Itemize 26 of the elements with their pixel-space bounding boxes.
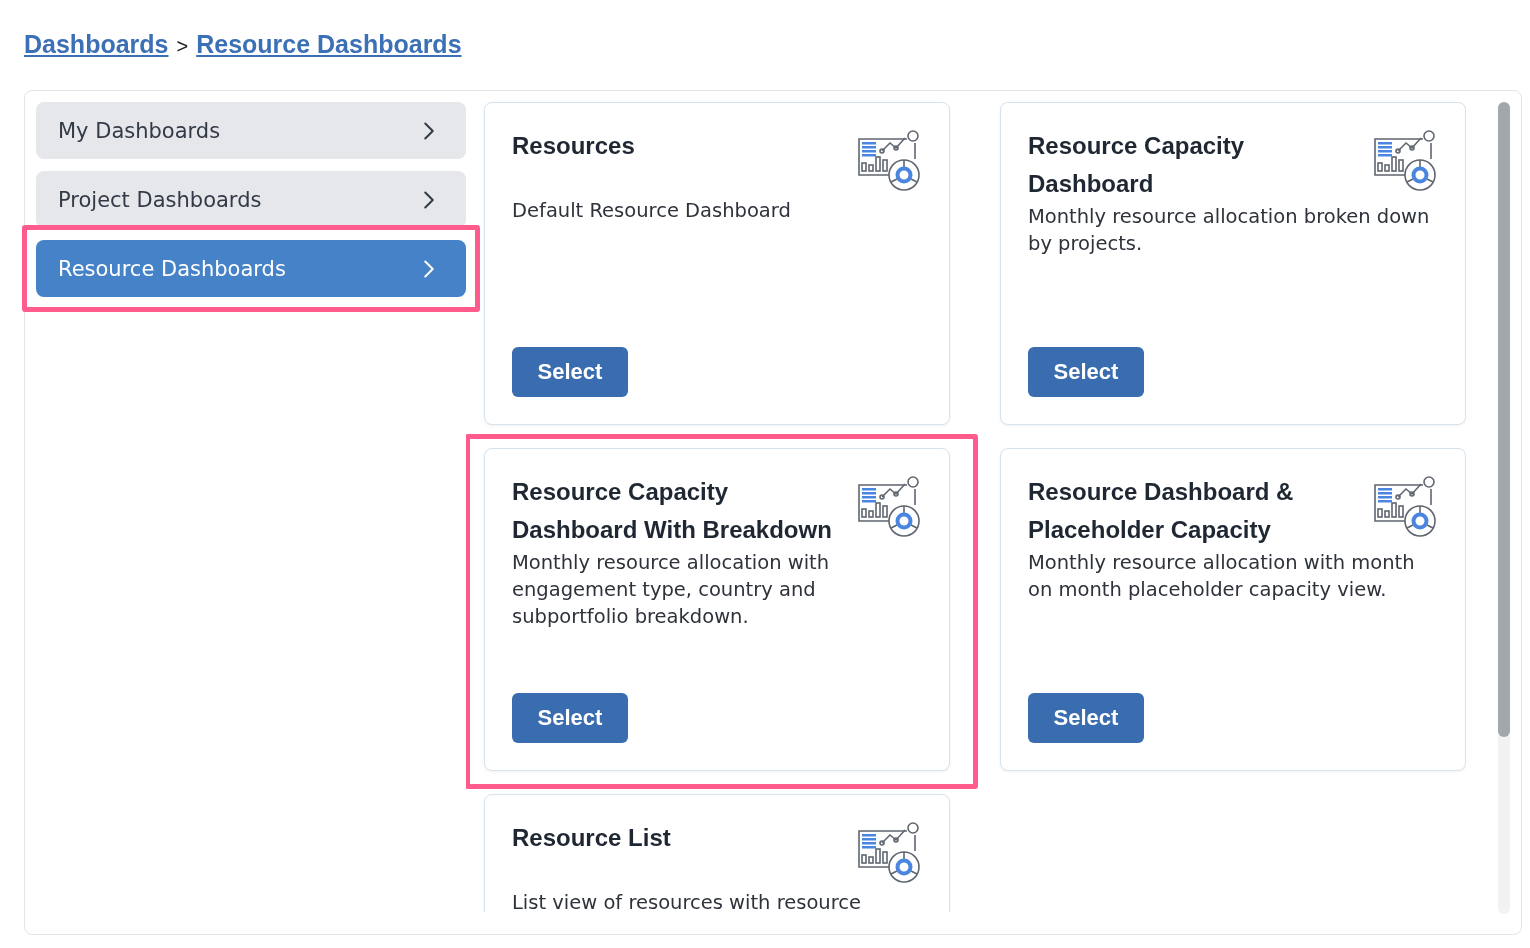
select-button[interactable]: Select bbox=[512, 693, 628, 743]
dashboard-chart-icon bbox=[1373, 129, 1437, 193]
card-title: Resources bbox=[512, 131, 635, 161]
sidebar-item[interactable]: My Dashboards bbox=[36, 102, 466, 159]
breadcrumb-link[interactable]: Dashboards bbox=[24, 30, 169, 59]
scrollbar-thumb[interactable] bbox=[1498, 102, 1510, 737]
sidebar-item[interactable]: Resource Dashboards bbox=[36, 240, 466, 297]
dashboard-chart-icon bbox=[857, 475, 921, 539]
select-button[interactable]: Select bbox=[1028, 347, 1144, 397]
card-title: Resource Dashboard & Placeholder Capacity bbox=[1028, 477, 1295, 545]
sidebar-item[interactable]: Project Dashboards bbox=[36, 171, 466, 228]
card-title: Resource Capacity Dashboard bbox=[1028, 131, 1246, 199]
dashboard-chart-icon bbox=[1373, 475, 1437, 539]
select-button[interactable]: Select bbox=[1028, 693, 1144, 743]
card-description: Default Resource Dashboard bbox=[512, 198, 792, 224]
card-title: Resource Capacity Dashboard With Breakdown bbox=[512, 477, 833, 545]
breadcrumb-separator: > bbox=[176, 35, 189, 58]
card-title: Resource List bbox=[512, 823, 671, 853]
dashboard-chart-icon bbox=[857, 821, 921, 885]
dashboard-chart-icon bbox=[857, 129, 921, 193]
select-button[interactable]: Select bbox=[512, 347, 628, 397]
card-description: Monthly resource allocation with engagement type, country and subportfolio breakdown. bbox=[512, 550, 831, 630]
card-description: List view of resources with resource bbox=[512, 890, 862, 912]
breadcrumb-link[interactable]: Resource Dashboards bbox=[196, 30, 462, 59]
card-description: Monthly resource allocation with month on month placeholder capacity view. bbox=[1028, 550, 1416, 603]
card-description: Monthly resource allocation broken down by projects. bbox=[1028, 204, 1431, 257]
